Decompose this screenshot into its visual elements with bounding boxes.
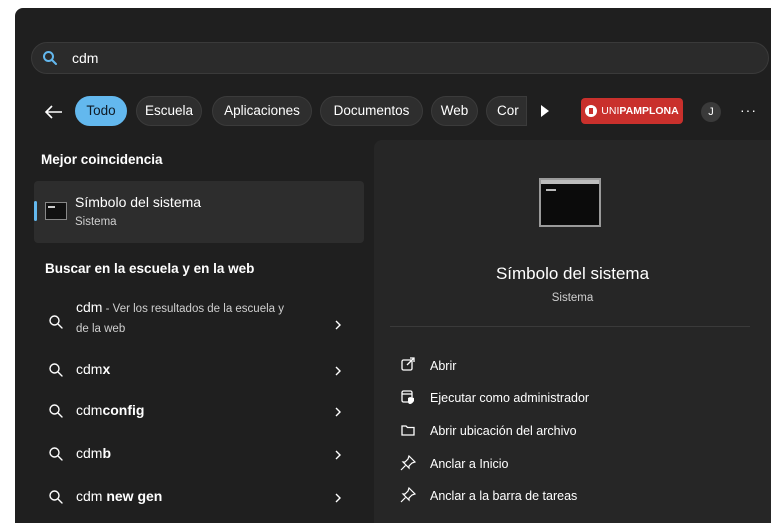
action-pin-to-start[interactable]: Anclar a Inicio bbox=[400, 451, 740, 477]
web-result-cdm-new-gen[interactable]: cdm new gen bbox=[34, 479, 364, 515]
pin-icon bbox=[400, 454, 417, 476]
search-icon bbox=[42, 50, 58, 71]
start-search-panel: Todo Escuela Aplicaciones Documentos Web… bbox=[15, 8, 771, 523]
web-result-cdmx[interactable]: cdmx bbox=[34, 352, 364, 388]
web-result-text: cdm - Ver los resultados de la escuela y… bbox=[76, 298, 326, 338]
search-icon bbox=[48, 314, 64, 335]
action-label: Ejecutar como administrador bbox=[430, 391, 590, 405]
organization-logo-button[interactable]: UNI PAMPLONA bbox=[581, 98, 683, 124]
brand-name: PAMPLONA bbox=[619, 105, 679, 117]
shield-icon bbox=[400, 389, 416, 410]
action-label: Abrir bbox=[430, 359, 457, 373]
back-arrow-icon[interactable] bbox=[43, 101, 65, 123]
chevron-right-icon bbox=[334, 405, 342, 423]
search-icon bbox=[48, 362, 64, 383]
avatar[interactable]: J bbox=[701, 102, 721, 122]
search-icon bbox=[48, 446, 64, 467]
filter-tab-documentos[interactable]: Documentos bbox=[320, 96, 423, 126]
filter-tab-escuela[interactable]: Escuela bbox=[136, 96, 202, 126]
pin-icon bbox=[400, 486, 417, 508]
chevron-right-icon bbox=[334, 364, 342, 382]
best-match-heading: Mejor coincidencia bbox=[41, 152, 163, 167]
result-label: cdmb bbox=[76, 445, 112, 461]
action-pin-to-taskbar[interactable]: Anclar a la barra de tareas bbox=[400, 483, 740, 509]
unipamplona-logo-icon bbox=[585, 105, 598, 117]
folder-icon bbox=[400, 422, 416, 443]
result-label: cdmx bbox=[76, 361, 111, 377]
result-label: cdmconfig bbox=[76, 402, 145, 418]
more-options-button[interactable]: ··· bbox=[740, 102, 757, 118]
best-match-item[interactable]: Símbolo del sistema Sistema bbox=[34, 181, 364, 243]
best-match-subtitle: Sistema bbox=[75, 216, 117, 228]
search-icon bbox=[48, 403, 64, 424]
action-label: Anclar a Inicio bbox=[430, 457, 509, 471]
web-search-heading: Buscar en la escuela y en la web bbox=[45, 261, 255, 276]
chevron-right-icon bbox=[334, 448, 342, 466]
chevron-right-icon bbox=[334, 491, 342, 509]
open-icon bbox=[400, 357, 416, 378]
divider bbox=[390, 326, 750, 327]
command-prompt-large-icon bbox=[539, 178, 601, 227]
detail-subtitle: Sistema bbox=[551, 292, 594, 304]
best-match-title: Símbolo del sistema bbox=[75, 194, 202, 210]
action-label: Anclar a la barra de tareas bbox=[430, 489, 578, 503]
filter-tab-todo[interactable]: Todo bbox=[75, 96, 127, 126]
result-label: cdm new gen bbox=[76, 488, 163, 504]
command-prompt-icon bbox=[45, 202, 67, 220]
search-input[interactable] bbox=[72, 48, 672, 68]
filter-tab-partial[interactable]: Cor bbox=[486, 96, 527, 126]
web-result-cdmb[interactable]: cdmb bbox=[34, 436, 364, 472]
scroll-right-icon[interactable] bbox=[540, 104, 550, 122]
result-description-line2: de la web bbox=[76, 323, 126, 335]
query-text: cdm bbox=[76, 299, 103, 315]
selection-indicator bbox=[34, 201, 37, 221]
chevron-right-icon bbox=[334, 318, 342, 336]
web-result-cdmconfig[interactable]: cdmconfig bbox=[34, 393, 364, 429]
action-run-as-admin[interactable]: Ejecutar como administrador bbox=[400, 385, 740, 411]
detail-title: Símbolo del sistema bbox=[495, 264, 650, 283]
filter-tab-web[interactable]: Web bbox=[431, 96, 478, 126]
result-description-line1: - Ver los resultados de la escuela y bbox=[102, 303, 284, 315]
search-bar[interactable] bbox=[31, 42, 769, 74]
action-open[interactable]: Abrir bbox=[400, 353, 740, 379]
web-result-cdm[interactable]: cdm - Ver los resultados de la escuela y… bbox=[34, 298, 364, 348]
action-open-file-location[interactable]: Abrir ubicación del archivo bbox=[400, 418, 740, 444]
action-label: Abrir ubicación del archivo bbox=[430, 424, 577, 438]
detail-pane: Símbolo del sistema Sistema Abrir Ejecut… bbox=[374, 140, 771, 523]
brand-prefix: UNI bbox=[601, 105, 620, 117]
filter-tab-aplicaciones[interactable]: Aplicaciones bbox=[212, 96, 312, 126]
search-icon bbox=[48, 489, 64, 510]
